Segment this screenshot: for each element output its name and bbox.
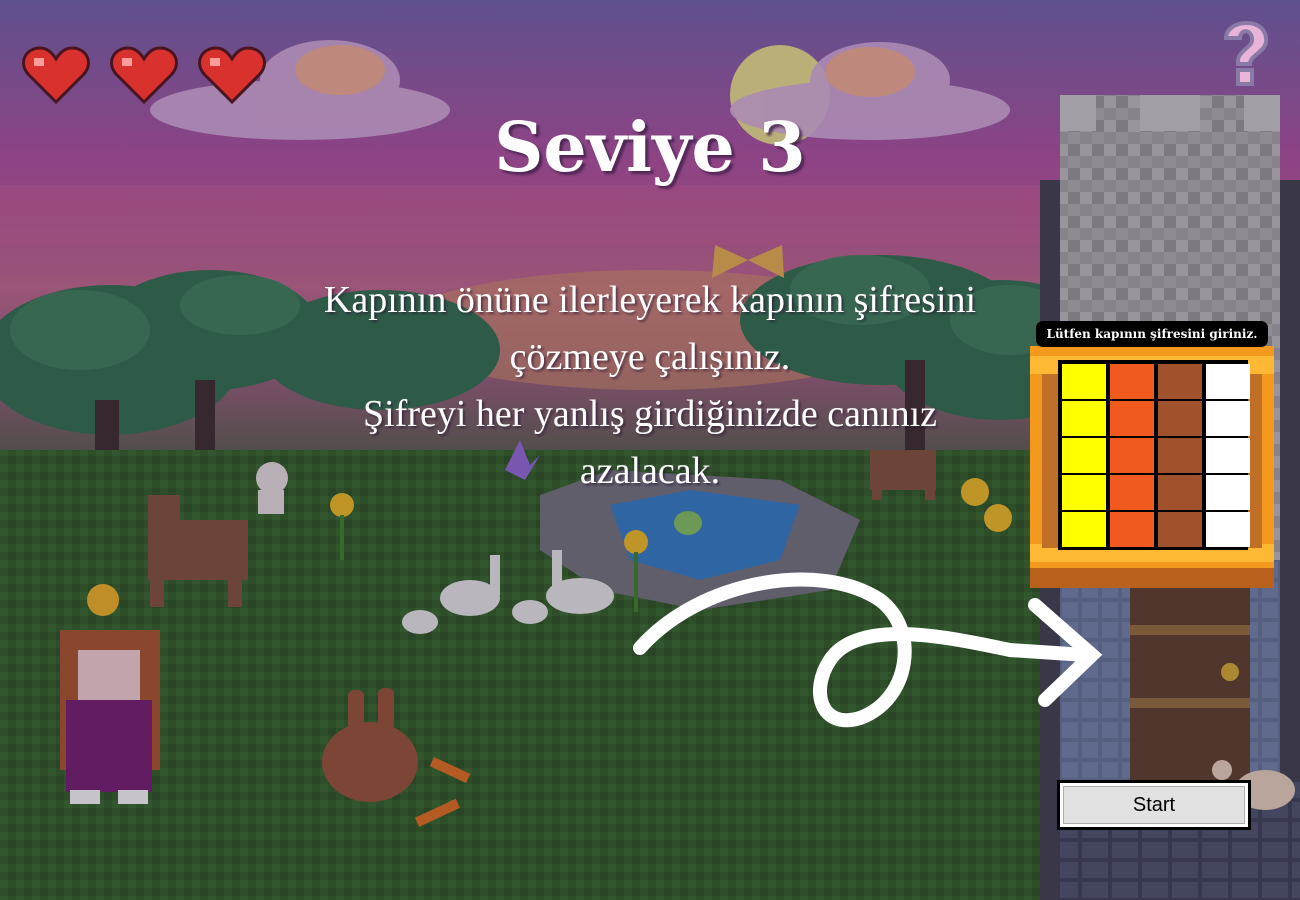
question-mark-icon[interactable] (1214, 12, 1276, 88)
heart-icon (22, 46, 90, 104)
instruction-line: azalacak. (579, 450, 721, 492)
password-cell[interactable] (1206, 475, 1250, 510)
password-cell[interactable] (1110, 512, 1154, 547)
password-cell[interactable] (1062, 438, 1106, 473)
instructions-text: Kapının önüne ilerleyerek kapının şifres… (240, 272, 1060, 500)
password-cell[interactable] (1158, 401, 1202, 436)
heart-icon (198, 46, 266, 104)
password-cell[interactable] (1206, 401, 1250, 436)
password-cell[interactable] (1062, 512, 1106, 547)
lives-hearts (22, 46, 282, 106)
password-cell[interactable] (1206, 364, 1250, 399)
start-button-label: Start (1063, 786, 1245, 824)
password-cell[interactable] (1110, 438, 1154, 473)
password-cell[interactable] (1206, 512, 1250, 547)
instruction-line: çözmeye çalışınız. (509, 336, 791, 378)
password-cell[interactable] (1110, 364, 1154, 399)
password-panel: Lütfen kapının şifresini giriniz. (1030, 318, 1274, 588)
password-prompt-label: Lütfen kapının şifresini giriniz. (1036, 321, 1268, 347)
password-cell[interactable] (1158, 438, 1202, 473)
level-title: Seviye 3 (494, 108, 806, 188)
password-cell[interactable] (1206, 438, 1250, 473)
password-cell[interactable] (1158, 364, 1202, 399)
password-cell[interactable] (1062, 401, 1106, 436)
password-grid (1058, 360, 1250, 550)
start-button[interactable]: Start (1057, 780, 1251, 830)
password-cell[interactable] (1062, 364, 1106, 399)
password-cell[interactable] (1158, 475, 1202, 510)
password-cell[interactable] (1110, 401, 1154, 436)
password-cell[interactable] (1062, 475, 1106, 510)
heart-icon (110, 46, 178, 104)
password-cell[interactable] (1158, 512, 1202, 547)
instruction-line: Şifreyi her yanlış girdiğinizde canınız (362, 393, 938, 435)
password-cell[interactable] (1110, 475, 1154, 510)
instruction-line: Kapının önüne ilerleyerek kapının şifres… (323, 279, 977, 321)
